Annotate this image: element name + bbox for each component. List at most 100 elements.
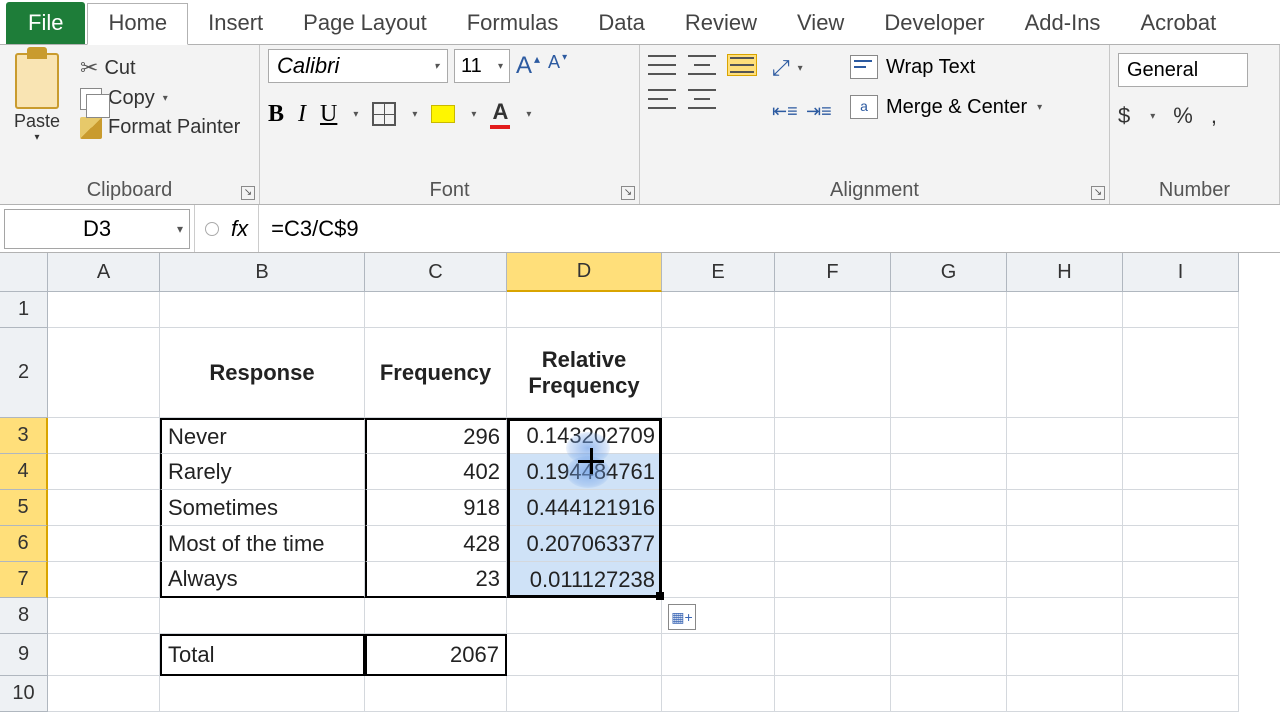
row-header-9[interactable]: 9 [0,634,48,676]
col-header-e[interactable]: E [662,253,775,292]
col-header-f[interactable]: F [775,253,891,292]
cancel-formula-icon[interactable] [205,222,219,236]
underline-button[interactable]: U [320,101,337,128]
font-name-select[interactable]: Calibri ▾ [268,49,448,83]
formula-input[interactable] [259,216,1280,242]
cell-c9[interactable]: 2067 [365,634,507,676]
cell-b5[interactable]: Sometimes [160,490,365,526]
formula-bar: D3 ▾ fx [0,205,1280,253]
name-box[interactable]: D3 ▾ [4,209,190,249]
group-number: General $▾ % , Number [1110,45,1280,204]
row-header-8[interactable]: 8 [0,598,48,634]
col-header-i[interactable]: I [1123,253,1239,292]
cell-b2[interactable]: Response [160,328,365,418]
row-header-4[interactable]: 4 [0,454,48,490]
cell-d6[interactable]: 0.207063377 [507,526,662,562]
col-header-d[interactable]: D [507,253,662,292]
tab-insert[interactable]: Insert [188,4,283,44]
group-label-alignment: Alignment [648,177,1101,202]
cell-b4[interactable]: Rarely [160,454,365,490]
row-header-3[interactable]: 3 [0,418,48,454]
cell-b6[interactable]: Most of the time [160,526,365,562]
tab-addins[interactable]: Add-Ins [1005,4,1121,44]
percent-button[interactable]: % [1173,103,1193,129]
cell-d2[interactable]: Relative Frequency [507,328,662,418]
number-format-select[interactable]: General [1118,53,1248,87]
copy-button[interactable]: Copy ▾ [76,85,244,112]
increase-indent-button[interactable]: ⇥≡ [806,101,834,123]
align-middle-button[interactable] [688,55,716,75]
row-header-2[interactable]: 2 [0,328,48,418]
tab-page-layout[interactable]: Page Layout [283,4,447,44]
wrap-text-button[interactable]: Wrap Text [850,55,1042,79]
font-launcher[interactable]: ↘ [621,186,635,200]
col-header-h[interactable]: H [1007,253,1123,292]
italic-button[interactable]: I [298,101,306,128]
bold-button[interactable]: B [268,101,284,128]
cell-c4[interactable]: 402 [365,454,507,490]
align-bottom-button[interactable] [728,55,756,75]
align-right-button[interactable] [728,89,756,109]
cell-d7[interactable]: 0.011127238 [507,562,662,598]
tab-file[interactable]: File [6,2,85,44]
comma-button[interactable]: , [1211,103,1217,129]
cell-b9[interactable]: Total [160,634,365,676]
tab-formulas[interactable]: Formulas [447,4,579,44]
tab-data[interactable]: Data [578,4,664,44]
increase-font-icon[interactable]: A [516,52,532,80]
col-header-a[interactable]: A [48,253,160,292]
cell-b7[interactable]: Always [160,562,365,598]
orientation-button[interactable]: ⤢ [772,55,790,81]
fx-icon[interactable]: fx [231,216,248,242]
chevron-down-icon: ▾ [798,63,803,74]
autofill-options-button[interactable] [668,604,696,630]
fill-color-button[interactable] [431,105,455,123]
tab-home[interactable]: Home [87,3,188,45]
scissors-icon: ✂ [80,55,98,81]
row-header-1[interactable]: 1 [0,292,48,328]
align-top-button[interactable] [648,55,676,75]
font-color-button[interactable]: A [490,99,510,129]
cell-c6[interactable]: 428 [365,526,507,562]
alignment-launcher[interactable]: ↘ [1091,186,1105,200]
tab-developer[interactable]: Developer [864,4,1004,44]
decrease-font-icon[interactable]: A [548,52,560,80]
cell-c5[interactable]: 918 [365,490,507,526]
cell-c7[interactable]: 23 [365,562,507,598]
col-header-c[interactable]: C [365,253,507,292]
format-painter-button[interactable]: Format Painter [76,114,244,141]
group-label-font: Font [268,177,631,202]
borders-button[interactable] [372,102,396,126]
select-all-corner[interactable] [0,253,48,292]
cell-d4[interactable]: 0.194484761 [507,454,662,490]
cells-area[interactable]: Response Frequency Relative Frequency Ne… [48,292,1239,712]
clipboard-launcher[interactable]: ↘ [241,186,255,200]
decrease-indent-button[interactable]: ⇤≡ [772,101,800,123]
chevron-down-icon: ▾ [412,109,417,120]
row-header-5[interactable]: 5 [0,490,48,526]
currency-button[interactable]: $ [1118,103,1130,129]
align-left-button[interactable] [648,89,676,109]
row-header-7[interactable]: 7 [0,562,48,598]
cell-d5[interactable]: 0.444121916 [507,490,662,526]
font-size-select[interactable]: 11 ▾ [454,49,510,83]
tab-view[interactable]: View [777,4,864,44]
col-header-b[interactable]: B [160,253,365,292]
cell-c3[interactable]: 296 [365,418,507,454]
paste-button[interactable]: Paste ▾ [8,49,66,147]
cell-d3[interactable]: 0.143202709 [507,418,662,454]
col-header-g[interactable]: G [891,253,1007,292]
wrap-text-label: Wrap Text [886,56,975,79]
merge-center-button[interactable]: Merge & Center ▾ [850,95,1042,119]
font-name-value: Calibri [277,53,339,79]
align-center-button[interactable] [688,89,716,109]
row-header-6[interactable]: 6 [0,526,48,562]
tab-review[interactable]: Review [665,4,777,44]
tab-acrobat[interactable]: Acrobat [1120,4,1236,44]
spreadsheet-grid: A B C D E F G H I 1 2 3 4 5 6 7 8 9 10 R… [0,253,1280,718]
cell-b3[interactable]: Never [160,418,365,454]
chevron-down-icon: ▾ [1150,111,1155,122]
cut-button[interactable]: ✂ Cut [76,53,244,83]
cell-c2[interactable]: Frequency [365,328,507,418]
row-header-10[interactable]: 10 [0,676,48,712]
